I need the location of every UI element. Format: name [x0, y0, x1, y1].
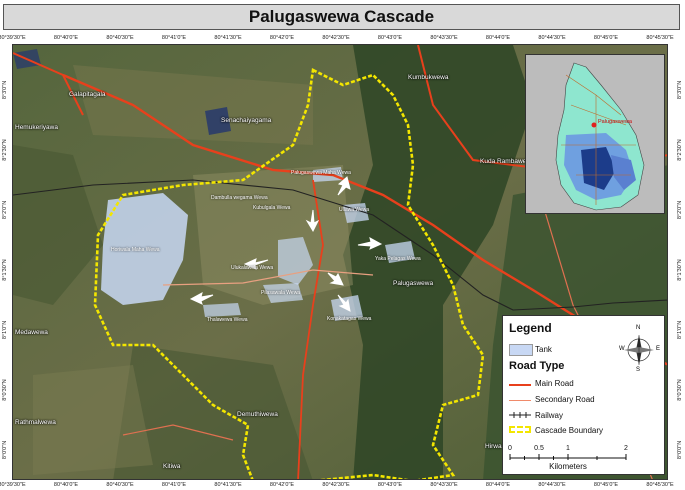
grid-label-bottom: 80°42'0"E: [269, 482, 295, 488]
place-medawewa: Medawewa: [15, 329, 48, 336]
grid-label-top: 80°40'0"E: [53, 35, 79, 41]
grid-label-left: 8°2'0"N: [2, 200, 8, 220]
grid-label-bottom: 80°43'0"E: [377, 482, 403, 488]
grid-label-top: 80°44'30"E: [538, 35, 566, 41]
grid-label-bottom: 80°45'30"E: [646, 482, 674, 488]
grid-label-top: 80°44'0"E: [485, 35, 511, 41]
place-rathmalwewa: Rathmalwewa: [15, 419, 56, 426]
legend-boundary-label: Cascade Boundary: [535, 426, 604, 435]
grid-label-bottom: 80°40'0"E: [53, 482, 79, 488]
compass-s: S: [636, 367, 641, 373]
place-kumbukwewa: Kumbukwewa: [408, 74, 449, 81]
grid-label-bottom: 80°44'0"E: [485, 482, 511, 488]
place-palugaswewa: Palugaswewa: [393, 280, 434, 287]
grid-label-top: 80°45'30"E: [646, 35, 674, 41]
grid-label-top: 80°45'0"E: [593, 35, 619, 41]
place-senachaiyagama: Senachaiyagama: [221, 117, 272, 124]
legend-main-road-swatch: [509, 384, 531, 386]
tank-label-kubulgala: Kubulgala Wewa: [253, 205, 291, 211]
grid-label-top: 80°42'0"E: [269, 35, 295, 41]
grid-label-top: 80°41'0"E: [161, 35, 187, 41]
place-hirwa: Hirwa: [485, 443, 502, 450]
grid-label-right: 8°0'30"N: [677, 379, 683, 401]
inset-canvas: [526, 55, 664, 213]
place-galapitagala: Galapitagala: [69, 91, 106, 98]
legend-main-road-label: Main Road: [535, 379, 574, 388]
compass-w: W: [619, 346, 625, 352]
grid-label-bottom: 80°45'0"E: [593, 482, 619, 488]
inset-map: Palugaswewa: [525, 54, 665, 214]
grid-label-top: 80°40'30"E: [106, 35, 134, 41]
grid-label-bottom: 80°41'30"E: [214, 482, 242, 488]
tank-label-ullawa: Ullawa Wewa: [339, 207, 370, 213]
legend-road-type-title: Road Type: [509, 360, 565, 372]
grid-label-top: 80°42'30"E: [322, 35, 350, 41]
tank-thalawewa: [203, 303, 241, 317]
legend-boundary-swatch: [509, 426, 531, 433]
grid-label-top: 80°41'30"E: [214, 35, 242, 41]
grid-label-bottom: 80°44'30"E: [538, 482, 566, 488]
tank-label-dambulla-wegama: Dambulla wegama Wewa: [211, 195, 268, 201]
grid-label-bottom: 80°40'30"E: [106, 482, 134, 488]
grid-label-right: 8°2'0"N: [677, 200, 683, 220]
grid-label-right: 8°1'0"N: [677, 320, 683, 340]
map-title-bar: Palugaswewa Cascade: [3, 4, 680, 30]
tank-label-ulukalawela: Ulukalawela Wewa: [231, 265, 274, 271]
scale-unit: Kilometers: [549, 462, 587, 471]
legend-secondary-road-swatch: [509, 400, 531, 401]
legend-secondary-road-label: Secondary Road: [535, 395, 595, 404]
grid-label-left: 8°0'0"N: [2, 440, 8, 460]
scale-tick-0: 0: [508, 445, 512, 452]
place-demuthiwewa: Demuthiwewa: [237, 411, 278, 418]
legend-railway-swatch: [509, 412, 531, 418]
grid-label-left: 8°0'30"N: [2, 379, 8, 401]
grid-label-left: 8°1'0"N: [2, 320, 8, 340]
scale-bar: 0 0.5 1 2 Kilometers: [506, 445, 630, 473]
grid-label-bottom: 80°39'30"E: [0, 482, 26, 488]
grid-label-top: 80°39'30"E: [0, 35, 26, 41]
grid-label-bottom: 80°43'30"E: [430, 482, 458, 488]
tank-label-pilasawala: Pilasawala Wewa: [261, 290, 301, 296]
grid-label-bottom: 80°42'30"E: [322, 482, 350, 488]
tank-label-thalawewa: Thalawewa Wewa: [207, 317, 248, 323]
scale-bar-graphic: [509, 454, 627, 460]
map-title: Palugaswewa Cascade: [248, 7, 435, 26]
grid-label-right: 8°2'30"N: [677, 139, 683, 161]
grid-label-top: 80°43'0"E: [377, 35, 403, 41]
compass-n: N: [636, 325, 641, 331]
grid-label-right: 8°0'0"N: [677, 440, 683, 460]
tank-label-konakatagas: Konakatagas Wewa: [327, 316, 372, 322]
tank-label-palugaswewa-maha: Palugaswewa Maha Wewa: [291, 170, 351, 176]
legend-tank-swatch: [509, 344, 533, 356]
grid-label-top: 80°43'30"E: [430, 35, 458, 41]
tank-label-yaka-pelagas: Yaka Pelagas Wewa: [375, 256, 421, 262]
place-kitiwa: Kitiwa: [163, 463, 181, 470]
inset-location-marker: [591, 122, 597, 128]
scale-tick-2: 1: [566, 445, 570, 452]
inset-location-label: Palugaswewa: [598, 119, 632, 125]
grid-label-right: 8°1'30"N: [677, 259, 683, 281]
tank-label-horiwala-maha: Horiwala Maha Wewa: [111, 247, 160, 253]
legend-title: Legend: [509, 321, 552, 335]
grid-label-left: 8°2'30"N: [2, 139, 8, 161]
legend-railway-label: Railway: [535, 411, 564, 420]
place-hemukeriyawa: Hemukeriyawa: [15, 124, 58, 131]
grid-label-left: 8°3'0"N: [2, 80, 8, 100]
grid-label-left: 8°1'30"N: [2, 259, 8, 281]
grid-label-right: 8°3'0"N: [677, 80, 683, 100]
legend-tank-label: Tank: [535, 345, 552, 354]
scale-tick-3: 2: [624, 445, 628, 452]
compass-e: E: [656, 346, 661, 352]
scale-tick-1: 0.5: [534, 445, 544, 452]
grid-label-bottom: 80°41'0"E: [161, 482, 187, 488]
